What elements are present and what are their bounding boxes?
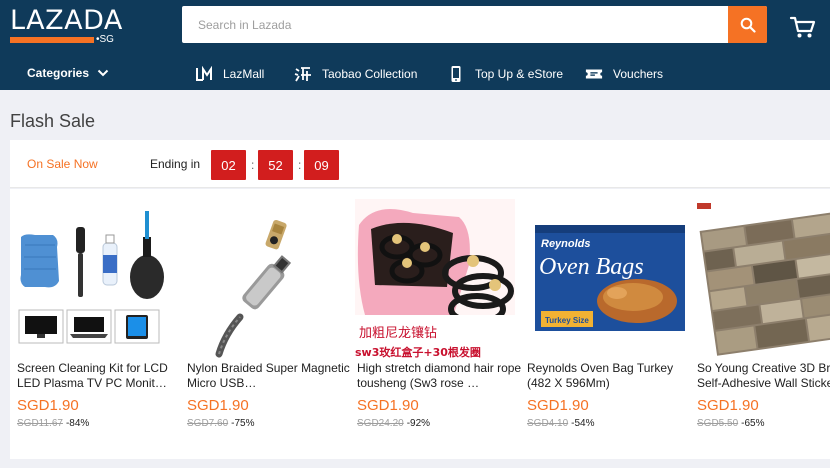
nav-taobao[interactable]: Taobao Collection: [294, 64, 417, 84]
countdown-separator: :: [298, 158, 302, 172]
countdown-minutes: 52: [258, 150, 293, 180]
countdown-separator: :: [251, 158, 255, 172]
nav-topup[interactable]: Top Up & eStore: [447, 64, 563, 84]
flash-sale-title: Flash Sale: [10, 111, 96, 131]
discount-percent: -54%: [571, 418, 595, 429]
product-image: [695, 199, 830, 359]
lazmall-icon: [195, 65, 213, 83]
product-original-price: SGD11.67 -84%: [17, 418, 89, 429]
product-card[interactable]: 加粗尼龙镶钻 sw3玫红盒子+30根发圈 High stretch diamon…: [350, 189, 522, 459]
categories-menu[interactable]: Categories: [27, 66, 109, 80]
search-button[interactable]: [728, 6, 767, 43]
nav-lazmall[interactable]: LazMall: [195, 64, 264, 84]
discount-percent: -65%: [741, 418, 765, 429]
product-name: Nylon Braided Super Magnetic Micro USB…: [187, 361, 350, 390]
cart-icon: [789, 16, 816, 38]
product-card[interactable]: Screen Cleaning Kit for LCD LED Plasma T…: [10, 189, 180, 459]
search-input[interactable]: [182, 6, 728, 43]
chevron-down-icon: [97, 69, 109, 77]
product-name: High stretch diamond hair rope tousheng …: [357, 361, 522, 390]
top-header: LAZADA •SG Categories: [0, 0, 830, 90]
original-price-value: SGD24.20: [357, 418, 404, 429]
product-price: SGD1.90: [187, 397, 249, 414]
search-bar: [182, 6, 767, 43]
product-grid: Screen Cleaning Kit for LCD LED Plasma T…: [10, 189, 830, 459]
product-original-price: SGD24.20 -92%: [357, 418, 430, 429]
product-image-text: Reynolds: [541, 238, 591, 250]
flash-sale-bar: On Sale Now Ending in 02 : 52 : 09: [10, 140, 830, 188]
product-image: 加粗尼龙镶钻 sw3玫红盒子+30根发圈: [355, 199, 515, 359]
categories-label: Categories: [27, 66, 90, 80]
product-image-text: Turkey Size: [545, 316, 589, 325]
product-card[interactable]: So Young Creative 3D Brick Self-Adhesive…: [690, 189, 830, 459]
voucher-icon: [585, 65, 603, 83]
phone-icon: [447, 65, 465, 83]
logo-wordmark: LAZADA: [10, 5, 123, 36]
search-icon: [740, 17, 756, 33]
logo-country: •SG: [96, 34, 114, 45]
product-image-text: 加粗尼龙镶钻: [359, 325, 437, 341]
original-price-value: SGD7.60: [187, 418, 229, 429]
product-original-price: SGD4.10 -54%: [527, 418, 595, 429]
original-price-value: SGD5.50: [697, 418, 739, 429]
nav-topup-label: Top Up & eStore: [475, 67, 564, 81]
discount-percent: -92%: [406, 418, 431, 429]
product-price: SGD1.90: [17, 397, 79, 414]
product-price: SGD1.90: [357, 397, 419, 414]
product-image: [185, 199, 345, 359]
discount-percent: -84%: [65, 418, 90, 429]
lazada-logo[interactable]: LAZADA •SG: [10, 5, 123, 48]
product-image-text: sw3玫红盒子+30根发圈: [355, 345, 481, 359]
taobao-icon: [294, 65, 312, 83]
countdown-hours: 02: [211, 150, 246, 180]
nav-vouchers[interactable]: Vouchers: [585, 64, 663, 84]
product-name: Reynolds Oven Bag Turkey (482 X 596Mm): [527, 361, 674, 390]
nav-vouchers-label: Vouchers: [613, 67, 664, 81]
original-price-value: SGD11.67: [17, 418, 63, 429]
product-card[interactable]: Nylon Braided Super Magnetic Micro USB… …: [180, 189, 350, 459]
discount-percent: -75%: [231, 418, 255, 429]
product-price: SGD1.90: [527, 397, 589, 414]
on-sale-now-tab[interactable]: On Sale Now: [27, 157, 98, 171]
countdown-seconds: 09: [304, 150, 339, 180]
product-image: [15, 199, 175, 359]
product-name: So Young Creative 3D Brick Self-Adhesive…: [697, 361, 830, 390]
product-original-price: SGD5.50 -65%: [697, 418, 765, 429]
nav-lazmall-label: LazMall: [223, 67, 265, 81]
product-image: Reynolds Oven Bags Turkey Size: [525, 199, 685, 359]
ending-in-label: Ending in: [150, 157, 201, 171]
product-image-text: Oven Bags: [539, 254, 644, 280]
nav-taobao-label: Taobao Collection: [322, 67, 418, 81]
main-nav: Categories LazMall Taobao Collection Top…: [0, 58, 830, 90]
product-name: Screen Cleaning Kit for LCD LED Plasma T…: [17, 361, 168, 390]
product-card[interactable]: Reynolds Oven Bags Turkey Size Reynolds …: [520, 189, 690, 459]
product-original-price: SGD7.60 -75%: [187, 418, 255, 429]
original-price-value: SGD4.10: [527, 418, 569, 429]
product-price: SGD1.90: [697, 397, 759, 414]
logo-underline: [10, 37, 94, 43]
cart-button[interactable]: [789, 14, 817, 40]
